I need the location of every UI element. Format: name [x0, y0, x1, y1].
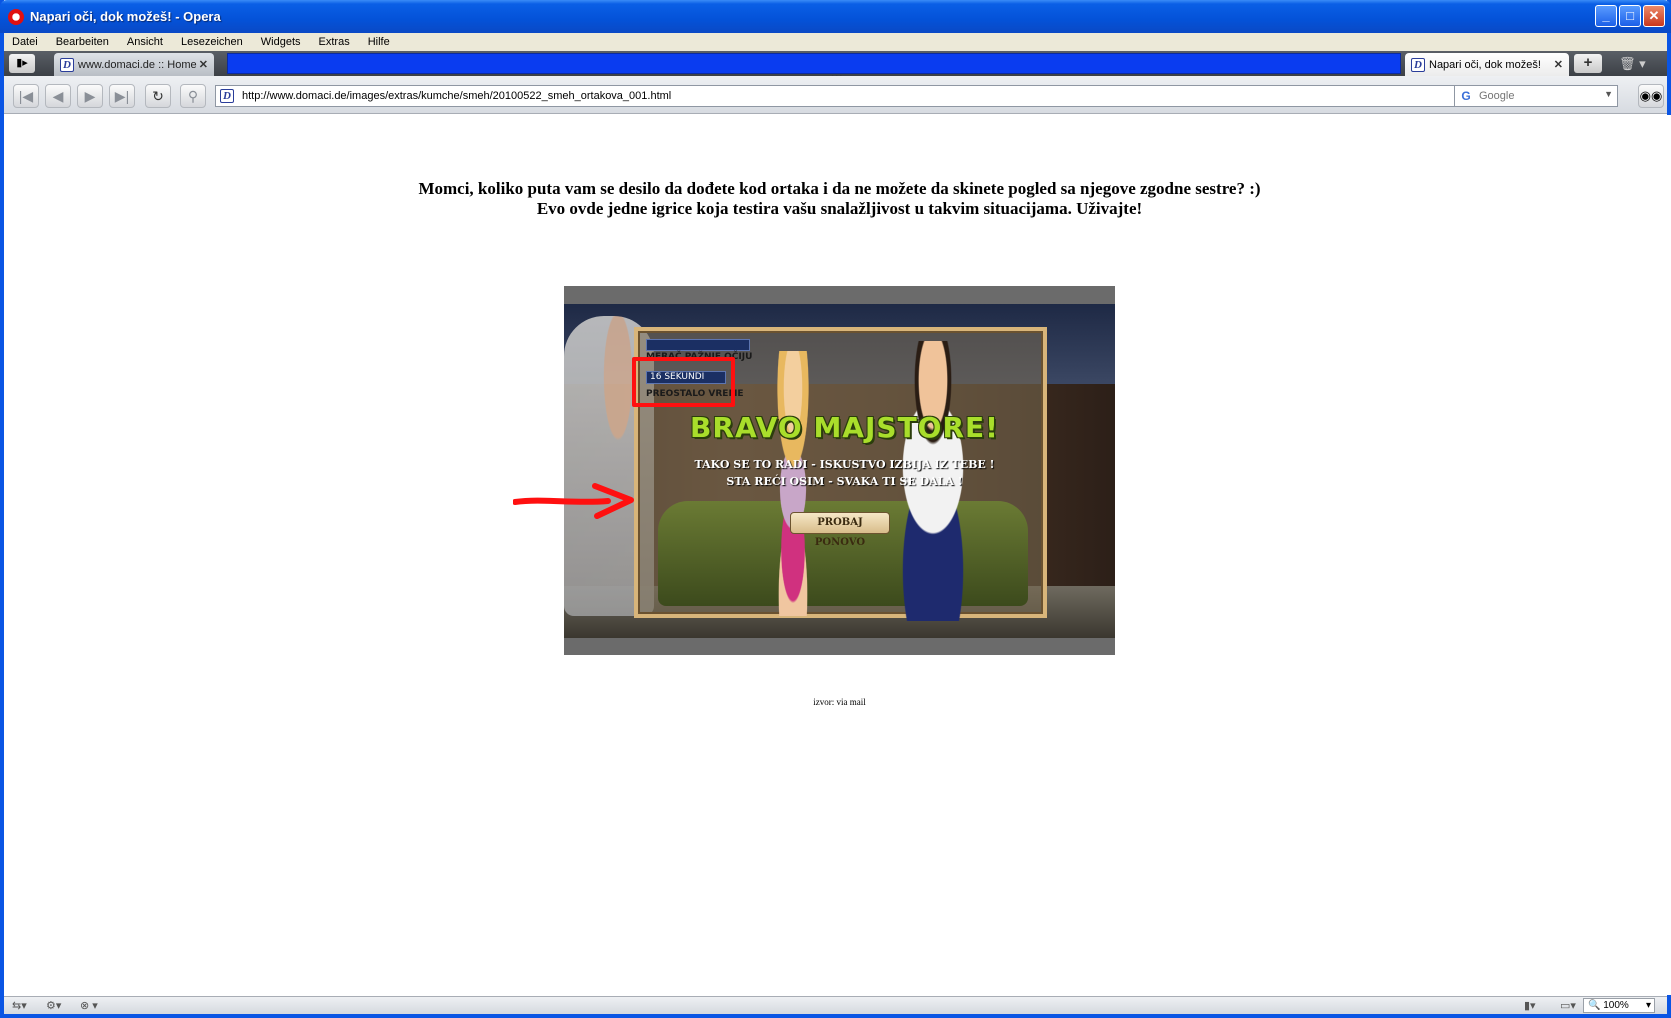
reload-button[interactable]: ↻ — [145, 84, 171, 108]
flash-game[interactable]: MERAČ PAŽNJE OČIJU 16 SEKUNDI PREOSTALO … — [564, 286, 1115, 655]
domaci-favicon-icon: D — [220, 89, 234, 103]
headline-line-1: Momci, koliko puta vam se desilo da dođe… — [418, 179, 1261, 198]
close-button[interactable]: ✕ — [1643, 5, 1665, 27]
domaci-favicon-icon: D — [1411, 57, 1425, 72]
url-text[interactable]: http://www.domaci.de/images/extras/kumch… — [242, 90, 671, 102]
search-box[interactable]: G ▼ — [1454, 85, 1618, 107]
menu-bearbeiten[interactable]: Bearbeiten — [56, 36, 109, 48]
page-content: Momci, koliko puta vam se desilo da dođe… — [8, 115, 1671, 995]
google-icon[interactable]: G — [1459, 89, 1473, 103]
new-tab-button[interactable]: + — [1574, 54, 1602, 73]
speed-dial-icon[interactable]: ⇆▾ — [12, 999, 27, 1012]
panel-toggle-button[interactable]: ▮▸ — [9, 54, 35, 73]
menu-extras[interactable]: Extras — [319, 36, 350, 48]
result-headline: BRAVO MAJSTORE! — [690, 411, 999, 444]
tab-close-icon[interactable]: ✕ — [199, 58, 208, 71]
trash-icon[interactable]: 🗑 ▾ — [1619, 54, 1659, 73]
result-message-line-2: STA REĆI OSIM - SVAKA TI SE DALA ! — [726, 475, 963, 488]
menu-bar: Datei Bearbeiten Ansicht Lesezeichen Wid… — [4, 33, 1667, 51]
back-button[interactable]: ◀ — [45, 84, 71, 108]
fast-forward-button[interactable]: ▶| — [109, 84, 135, 108]
view-icon[interactable]: ▭▾ — [1560, 999, 1576, 1012]
page-headline: Momci, koliko puta vam se desilo da dođe… — [8, 179, 1671, 219]
magnifier-icon: 🔍 — [1588, 1000, 1601, 1011]
address-bar[interactable]: D http://www.domaci.de/images/extras/kum… — [215, 85, 1477, 107]
menu-hilfe[interactable]: Hilfe — [368, 36, 390, 48]
tab-domaci-home[interactable]: D www.domaci.de :: Home ✕ — [54, 53, 214, 76]
tab-thumbnail-strip — [227, 53, 1401, 74]
unite-icon[interactable]: ⚙▾ — [46, 999, 61, 1012]
timer-highlight-box — [632, 357, 735, 407]
tab-close-icon[interactable]: ✕ — [1554, 58, 1563, 71]
eye-meter-bar — [646, 339, 750, 351]
window-controls: _ □ ✕ — [1595, 5, 1665, 27]
tab-napari-oci[interactable]: D Napari oči, dok možeš! ✕ — [1405, 53, 1569, 76]
tab-label: Napari oči, dok možeš! — [1429, 58, 1541, 71]
chevron-down-icon[interactable]: ▼ — [1604, 89, 1613, 99]
window-title: Napari oči, dok možeš! - Opera — [30, 9, 221, 24]
zoom-level: 100% — [1603, 1000, 1629, 1011]
result-message-line-1: TAKO SE TO RADI - ISKUSTVO IZBIJA IZ TEB… — [694, 458, 995, 471]
opera-logo-icon — [8, 8, 24, 25]
minimize-button[interactable]: _ — [1595, 5, 1617, 27]
menu-lesezeichen[interactable]: Lesezeichen — [181, 36, 243, 48]
maximize-button[interactable]: □ — [1619, 5, 1641, 27]
rewind-button[interactable]: |◀ — [13, 84, 39, 108]
address-toolbar: |◀ ◀ ▶ ▶| ↻ ⚲ D http://www.domaci.de/ima… — [4, 76, 1667, 114]
menu-ansicht[interactable]: Ansicht — [127, 36, 163, 48]
tab-label: www.domaci.de :: Home — [78, 58, 197, 71]
result-message: TAKO SE TO RADI - ISKUSTVO IZBIJA IZ TEB… — [638, 456, 1051, 490]
source-credit: izvor: via mail — [813, 697, 866, 707]
chevron-down-icon[interactable]: ▾ — [1646, 999, 1651, 1012]
menu-datei[interactable]: Datei — [12, 36, 38, 48]
security-button[interactable]: ⚲ — [180, 84, 206, 108]
search-input[interactable] — [1479, 90, 1599, 102]
status-bar: ⇆▾ ⚙▾ ⊗ ▾ ▮▾ ▭▾ 🔍 100% ▾ — [4, 996, 1667, 1014]
panel-layout-icon[interactable]: ▮▾ — [1524, 999, 1536, 1012]
forward-button[interactable]: ▶ — [77, 84, 103, 108]
menu-widgets[interactable]: Widgets — [261, 36, 301, 48]
headline-line-2: Evo ovde jedne igrice koja testira vašu … — [536, 199, 1143, 218]
turbo-icon[interactable]: ⊗ ▾ — [80, 999, 98, 1012]
domaci-favicon-icon: D — [60, 57, 74, 72]
browser-window: Napari oči, dok možeš! - Opera _ □ ✕ Dat… — [0, 0, 1671, 1018]
retry-button[interactable]: PROBAJ PONOVO — [790, 512, 890, 548]
red-arrow-annotation — [513, 483, 634, 519]
title-bar: Napari oči, dok možeš! - Opera _ □ ✕ — [0, 0, 1671, 33]
binoculars-icon[interactable]: ◉◉ — [1638, 84, 1664, 108]
zoom-control[interactable]: 🔍 100% ▾ — [1583, 998, 1655, 1013]
